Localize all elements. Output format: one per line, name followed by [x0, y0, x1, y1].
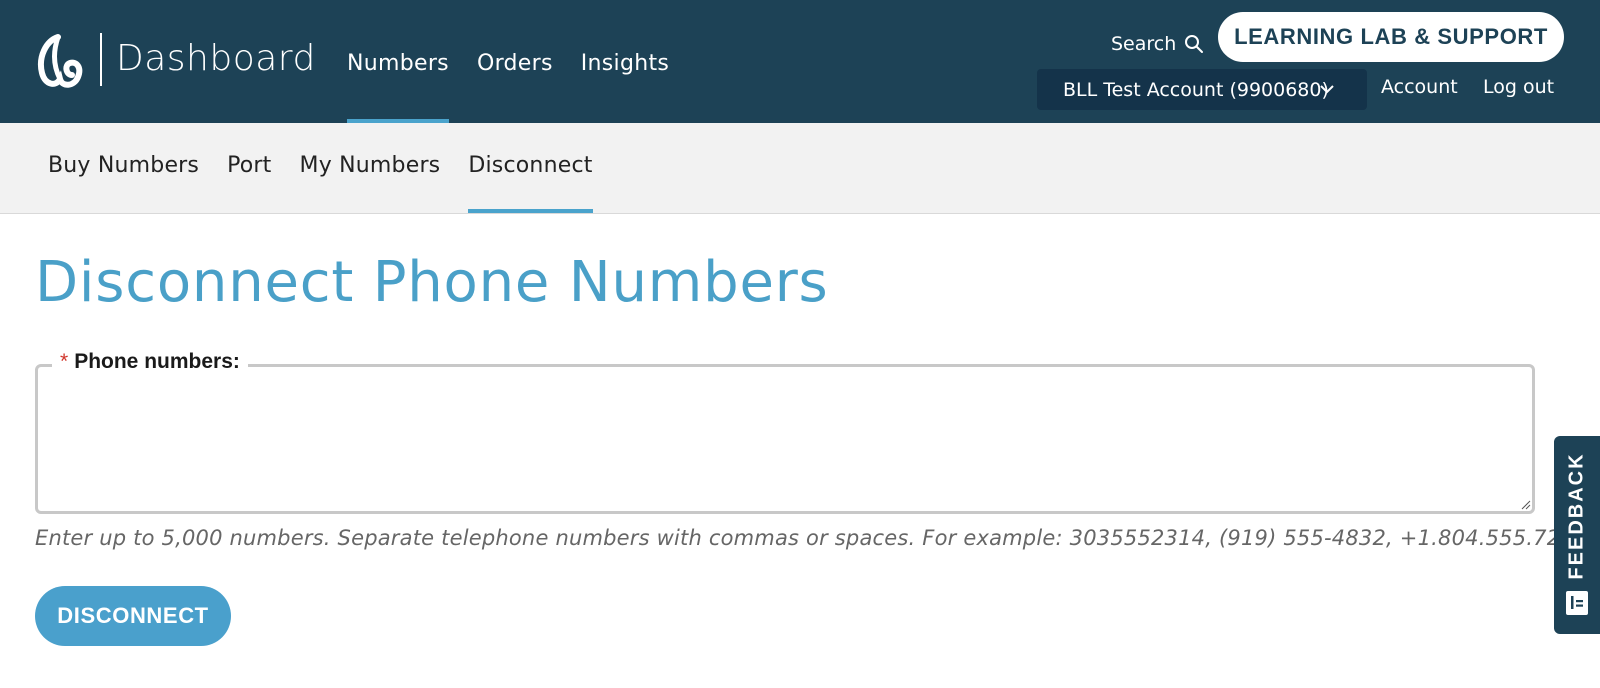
chevron-down-icon [1320, 85, 1334, 94]
account-link[interactable]: Account [1381, 76, 1458, 98]
nav-numbers[interactable]: Numbers [347, 0, 449, 123]
logo[interactable] [36, 33, 86, 89]
phone-numbers-help: Enter up to 5,000 numbers. Separate tele… [35, 526, 1588, 550]
feedback-tab[interactable]: FEEDBACK [1554, 436, 1600, 634]
nav-orders[interactable]: Orders [477, 0, 553, 123]
learning-lab-button[interactable]: LEARNING LAB & SUPPORT [1218, 12, 1564, 62]
phone-numbers-label-text: Phone numbers: [74, 350, 240, 373]
search-icon [1185, 35, 1204, 53]
disconnect-button[interactable]: DISCONNECT [35, 586, 231, 646]
logo-divider [100, 33, 102, 86]
phone-numbers-label: * Phone numbers: [52, 350, 248, 374]
required-mark: * [60, 350, 69, 373]
logout-link[interactable]: Log out [1483, 76, 1554, 98]
sub-nav-bar: Buy Numbers Port My Numbers Disconnect [0, 123, 1600, 214]
top-header: Dashboard Numbers Orders Insights Search… [0, 0, 1600, 123]
resize-grip-icon[interactable] [1521, 500, 1531, 510]
account-selector-label: BLL Test Account (9900680) [1063, 78, 1329, 101]
search-button[interactable]: Search [1111, 33, 1204, 55]
account-selector[interactable]: BLL Test Account (9900680) [1037, 69, 1367, 110]
brand-title: Dashboard [116, 38, 316, 79]
search-label: Search [1111, 33, 1177, 55]
sub-nav: Buy Numbers Port My Numbers Disconnect [48, 123, 621, 214]
subnav-my-numbers[interactable]: My Numbers [300, 123, 441, 214]
nav-insights[interactable]: Insights [581, 0, 669, 123]
subnav-port[interactable]: Port [227, 123, 271, 214]
feedback-label: FEEDBACK [1565, 452, 1588, 580]
subnav-disconnect[interactable]: Disconnect [468, 123, 593, 214]
phone-numbers-fieldset [35, 364, 1535, 514]
feedback-icon [1566, 591, 1588, 615]
subnav-buy-numbers[interactable]: Buy Numbers [48, 123, 199, 214]
page-title: Disconnect Phone Numbers [35, 250, 829, 315]
main-nav: Numbers Orders Insights [347, 0, 697, 123]
phone-numbers-input[interactable] [38, 367, 1532, 511]
